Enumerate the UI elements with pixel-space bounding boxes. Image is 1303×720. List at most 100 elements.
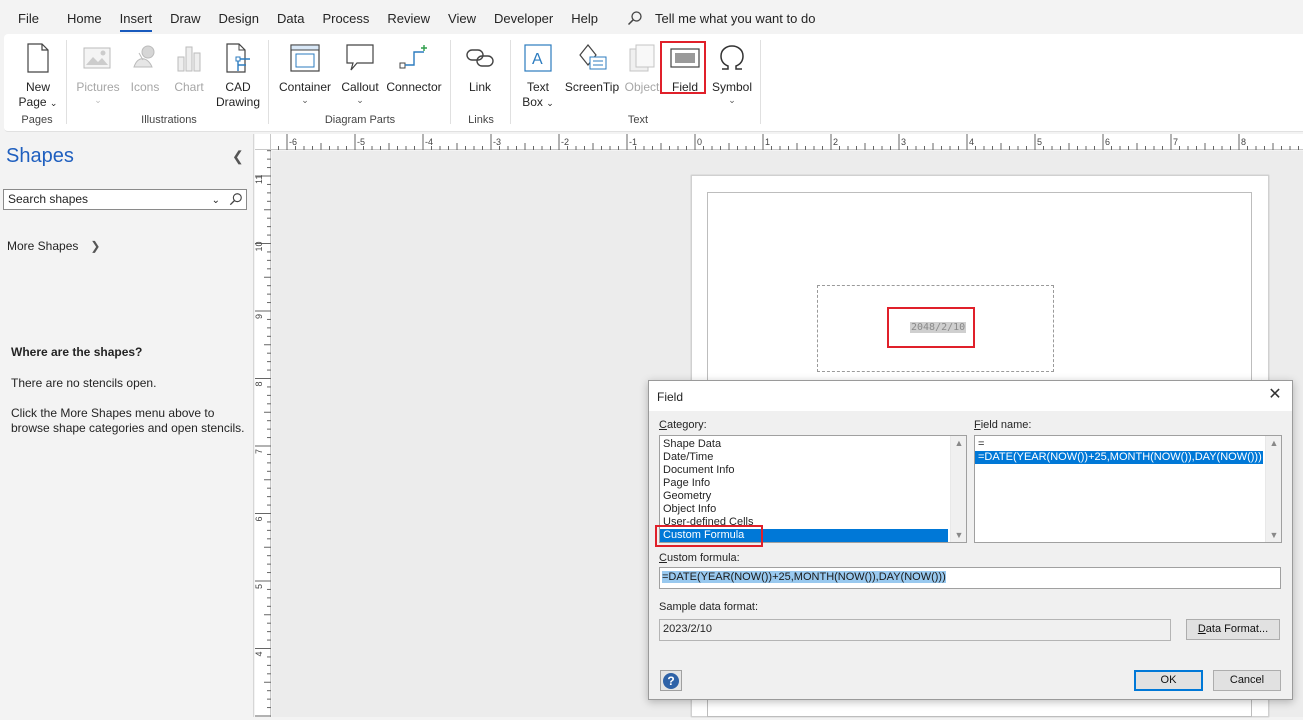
search-shapes-input[interactable]: Search shapes ⌄ — [3, 189, 247, 210]
help-button[interactable]: ? — [660, 670, 682, 691]
category-item[interactable]: User-defined Cells — [660, 516, 966, 529]
dialog-title: Field — [657, 390, 684, 404]
svg-text:A: A — [532, 51, 543, 68]
ribbon: NewPage ⌄ Pages Pictures⌄ Icons Chart — [4, 34, 1303, 132]
ruler-label: 1 — [765, 137, 770, 147]
menu-view[interactable]: View — [439, 0, 485, 36]
ruler-label: 2 — [833, 137, 838, 147]
data-format-button[interactable]: Data Format... — [1186, 619, 1280, 640]
custom-formula-input[interactable]: =DATE(YEAR(NOW())+25,MONTH(NOW()),DAY(NO… — [659, 567, 1281, 589]
search-icon[interactable] — [229, 192, 243, 212]
collapse-pane-chevron-icon[interactable]: ❮ — [232, 148, 244, 165]
category-item[interactable]: Shape Data — [660, 438, 966, 451]
close-icon[interactable]: ✕ — [1266, 386, 1284, 404]
separator — [268, 40, 269, 124]
sample-format-field: 2023/2/10 — [659, 619, 1171, 641]
cancel-button[interactable]: Cancel — [1213, 670, 1281, 691]
menu-design[interactable]: Design — [210, 0, 268, 36]
menu-home[interactable]: Home — [58, 0, 111, 36]
icons-label: Icons — [130, 80, 160, 94]
new-page-label2: Page — [18, 95, 47, 109]
container-icon — [276, 40, 334, 76]
category-item[interactable]: Geometry — [660, 490, 966, 503]
connector-icon — [384, 40, 444, 76]
menu-process[interactable]: Process — [313, 0, 378, 36]
ruler-label: 4 — [969, 137, 974, 147]
field-dialog: Field ✕ Category: Shape Data Date/Time Doc… — [648, 380, 1293, 700]
menu-help[interactable]: Help — [562, 0, 607, 36]
text-box-button[interactable]: A Text Box ⌄ — [516, 40, 560, 111]
connector-button[interactable]: Connector — [384, 40, 444, 95]
screentip-button[interactable]: ScreenTip — [562, 40, 622, 95]
horizontal-ruler-ticks: -6 -5 -4 -3 -2 -1 0 1 2 3 4 5 6 7 8 — [218, 134, 1299, 150]
object-icon — [622, 40, 662, 76]
category-item[interactable]: Object Info — [660, 503, 966, 516]
ruler-label: 6 — [1105, 137, 1110, 147]
group-label-links: Links — [468, 114, 494, 126]
separator — [450, 40, 451, 124]
icons-button[interactable]: Icons — [124, 40, 166, 95]
category-item[interactable]: Custom Formula — [660, 529, 948, 542]
shapes-pane: Shapes ❮ Search shapes ⌄ More Shapes ❯ Wh… — [0, 134, 254, 717]
category-label: Category: — [659, 419, 707, 431]
menu-data[interactable]: Data — [268, 0, 313, 36]
ruler-label: 4 — [255, 651, 264, 656]
link-button[interactable]: Link — [460, 40, 500, 95]
ruler-label: 8 — [255, 381, 264, 386]
chart-label: Chart — [174, 80, 204, 94]
field-button[interactable]: Field — [664, 40, 706, 95]
menu-review[interactable]: Review — [378, 0, 439, 36]
pictures-button[interactable]: Pictures ⌄ — [74, 40, 122, 105]
container-button[interactable]: Container ⌄ — [276, 40, 334, 105]
callout-icon — [336, 40, 384, 76]
scroll-down-icon[interactable]: ▼ — [951, 530, 966, 540]
sample-format-value: 2023/2/10 — [663, 623, 712, 635]
scroll-up-icon[interactable]: ▲ — [951, 438, 966, 448]
field-name-item[interactable]: = — [975, 438, 1281, 451]
sample-format-label: Sample data format: — [659, 601, 759, 613]
custom-formula-value: =DATE(YEAR(NOW())+25,MONTH(NOW()),DAY(NO… — [662, 571, 946, 583]
ruler-label: 11 — [255, 175, 264, 184]
ruler-label: -6 — [289, 137, 297, 147]
separator — [760, 40, 761, 124]
cad-drawing-button[interactable]: CAD Drawing — [212, 40, 264, 110]
object-button[interactable]: Object — [622, 40, 662, 95]
ruler-label: -3 — [493, 137, 501, 147]
scroll-up-icon[interactable]: ▲ — [1266, 438, 1281, 448]
tell-me-search[interactable]: Tell me what you want to do — [627, 10, 815, 26]
text-box-icon: A — [516, 40, 560, 76]
ok-button[interactable]: OK — [1134, 670, 1203, 691]
category-item[interactable]: Page Info — [660, 477, 966, 490]
menu-draw[interactable]: Draw — [161, 0, 209, 36]
field-shape-value[interactable]: 2048/2/10 — [910, 322, 967, 333]
shapes-title: Shapes — [6, 145, 74, 167]
category-listbox[interactable]: Shape Data Date/Time Document Info Page Inf… — [659, 435, 967, 543]
more-shapes-label: More Shapes — [7, 239, 79, 253]
new-page-button[interactable]: New Page ⌄ — [12, 40, 64, 111]
search-shapes-placeholder: Search shapes — [8, 192, 89, 206]
callout-label: Callout — [341, 80, 379, 94]
callout-button[interactable]: Callout ⌄ — [336, 40, 384, 105]
custom-formula-label: Custom formula: — [659, 552, 740, 564]
category-scrollbar[interactable]: ▲ ▼ — [950, 436, 966, 542]
chart-button[interactable]: Chart — [168, 40, 210, 95]
group-illustrations: Pictures ⌄ Icons Chart CAD Drawing Illustr… — [70, 38, 268, 128]
separator — [510, 40, 511, 124]
menu-insert[interactable]: Insert — [111, 0, 162, 36]
field-name-scrollbar[interactable]: ▲ ▼ — [1265, 436, 1281, 542]
more-shapes-button[interactable]: More Shapes ❯ — [7, 239, 100, 253]
scroll-down-icon[interactable]: ▼ — [1266, 530, 1281, 540]
symbol-button[interactable]: Symbol ⌄ — [708, 40, 756, 105]
dialog-titlebar: Field ✕ — [649, 381, 1292, 411]
chevron-down-icon[interactable]: ⌄ — [212, 191, 220, 210]
ruler-label: 8 — [1241, 137, 1246, 147]
screentip-icon — [562, 40, 622, 76]
category-item[interactable]: Date/Time — [660, 451, 966, 464]
vertical-ruler: 11 10 9 8 7 6 5 4 — [254, 108, 271, 717]
category-item[interactable]: Document Info — [660, 464, 966, 477]
menu-file[interactable]: File — [0, 0, 48, 36]
link-icon — [460, 40, 500, 76]
field-name-item[interactable]: =DATE(YEAR(NOW())+25,MONTH(NOW()),DAY(NO… — [975, 451, 1263, 464]
field-name-listbox[interactable]: = =DATE(YEAR(NOW())+25,MONTH(NOW()),DAY(N… — [974, 435, 1282, 543]
menu-developer[interactable]: Developer — [485, 0, 562, 36]
